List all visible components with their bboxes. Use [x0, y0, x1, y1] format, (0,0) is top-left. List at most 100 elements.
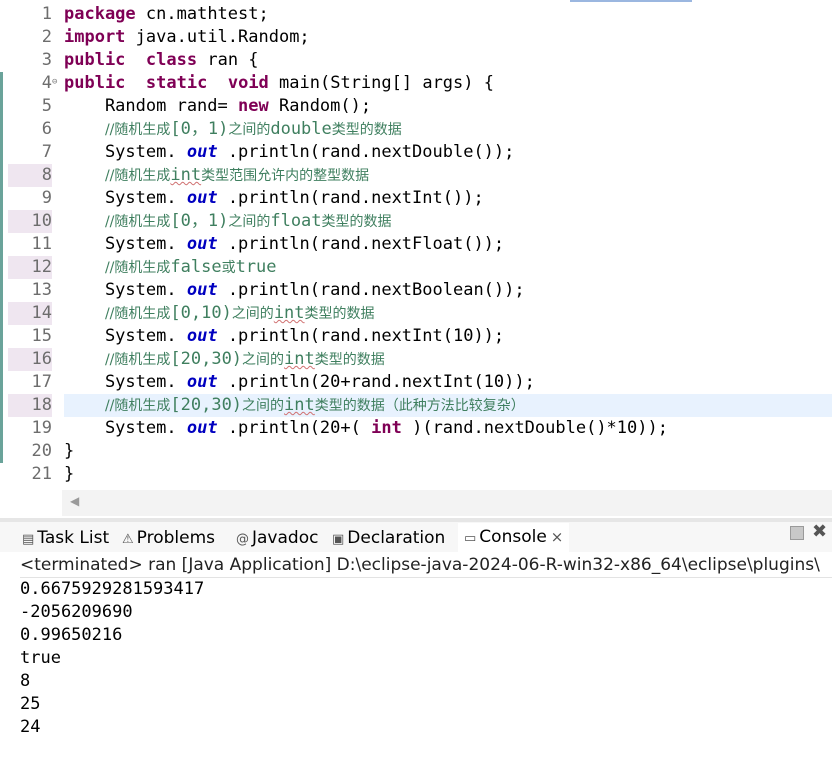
editor-top-marker [570, 0, 692, 2]
comment-text: 类型的数据（此种方法比较复杂） [314, 398, 525, 414]
code-line[interactable]: //随机生成int类型范围允许内的整型数据 [64, 164, 832, 187]
code-line[interactable]: public class ran { [64, 49, 832, 72]
comment-text: int [170, 165, 202, 185]
console-output-line: 25 [20, 694, 41, 714]
change-marker [0, 95, 3, 118]
code-line[interactable]: System. out .println(20+( int )(rand.nex… [64, 417, 832, 440]
console-output[interactable]: 0.6675929281593417 -2056209690 0.99650216 t… [20, 578, 832, 739]
static-field-token: out [186, 142, 218, 162]
gutter-row: 20 [0, 440, 60, 463]
code-token: .println(20+rand.nextInt(10)); [227, 372, 535, 392]
keyword-token: int [371, 418, 402, 438]
console-output-line: -2056209690 [20, 602, 133, 622]
line-number: 20 [31, 441, 52, 461]
code-line[interactable]: //随机生成[0,10)之间的int类型的数据 [64, 302, 832, 325]
gutter-row: 1 [0, 3, 60, 26]
change-marker [0, 348, 3, 371]
gutter-row: 21 [0, 463, 60, 486]
problems-icon: ⚠ [122, 532, 134, 547]
code-line[interactable]: System. out .println(rand.nextFloat()); [64, 233, 832, 256]
fold-collapse-icon[interactable]: ⊖ [52, 78, 57, 87]
comment-text: //随机生成 [104, 352, 171, 368]
code-line[interactable]: //随机生成[0，1)之间的float类型的数据 [64, 210, 832, 233]
line-number: 6 [41, 119, 52, 139]
code-token: .println(20+( [227, 418, 361, 438]
change-marker [0, 325, 3, 348]
code-line[interactable]: System. out .println(rand.nextInt(10)); [64, 325, 832, 348]
comment-token: //随机生成[0，1)之间的double类型的数据 [104, 119, 402, 139]
code-line[interactable]: package cn.mathtest; [64, 3, 832, 26]
comment-text: 之间的 [242, 352, 285, 368]
comment-text: [0,10) [170, 303, 232, 323]
code-line[interactable]: System. out .println(rand.nextDouble()); [64, 141, 832, 164]
code-line[interactable]: } [64, 440, 832, 463]
javadoc-icon: @ [236, 532, 249, 547]
comment-text: int [284, 395, 315, 415]
code-line[interactable]: System. out .println(20+rand.nextInt(10)… [64, 371, 832, 394]
line-number: 19 [31, 418, 52, 438]
code-line[interactable]: //随机生成false或true [64, 256, 832, 279]
code-line[interactable]: System. out .println(rand.nextBoolean())… [64, 279, 832, 302]
comment-text: 之间的 [231, 306, 274, 322]
code-line[interactable]: System. out .println(rand.nextInt()); [64, 187, 832, 210]
declaration-icon: ▣ [332, 532, 345, 547]
tab-label: Task List [37, 528, 110, 548]
line-number: 10 [8, 210, 52, 233]
code-line[interactable]: //随机生成[0，1)之间的double类型的数据 [64, 118, 832, 141]
code-line[interactable]: //随机生成[20,30)之间的int类型的数据 [64, 348, 832, 371]
gutter-row: 4 ⊖ [0, 72, 60, 95]
gutter-row: 15 [0, 325, 60, 348]
change-marker [0, 394, 3, 417]
comment-text: //随机生成 [104, 122, 171, 138]
console-output-line: 8 [20, 671, 31, 691]
code-token: Random(); [278, 96, 372, 116]
code-line[interactable]: } [64, 463, 832, 486]
tab-label: Declaration [347, 528, 446, 548]
code-line[interactable]: import java.util.Random; [64, 26, 832, 49]
scroll-left-icon[interactable]: ◀ [70, 494, 79, 508]
horizontal-scrollbar[interactable]: ◀ [62, 490, 832, 516]
line-number: 17 [31, 372, 52, 392]
change-marker [0, 72, 3, 95]
tab-declaration[interactable]: ▣ Declaration [332, 525, 445, 551]
tab-console[interactable]: ▭ Console × [458, 523, 570, 552]
change-marker [0, 463, 3, 486]
code-token: .println(rand.nextDouble()); [227, 142, 515, 162]
gutter-row: 5 [0, 95, 60, 118]
comment-text: 类型范围允许内的整型数据 [201, 168, 370, 184]
minimize-view-button[interactable] [790, 526, 804, 540]
comment-text: double [270, 119, 332, 139]
gutter-row: 10 [0, 210, 60, 233]
code-line[interactable]: public static void main(String[] args) { [64, 72, 832, 95]
gutter-row: 7 [0, 141, 60, 164]
close-view-icon[interactable]: ✖ [812, 521, 827, 542]
close-icon[interactable]: × [551, 528, 564, 546]
code-line[interactable]: //随机生成[20,30)之间的int类型的数据（此种方法比较复杂） [64, 394, 832, 417]
comment-text: 类型的数据 [321, 214, 392, 230]
tab-javadoc[interactable]: @ Javadoc [236, 525, 318, 551]
comment-token: //随机生成[0,10)之间的int类型的数据 [105, 303, 375, 323]
code-line[interactable]: Random rand= new Random(); [64, 95, 832, 118]
change-marker [0, 256, 3, 279]
tab-task-list[interactable]: ▤ Task List [22, 525, 109, 551]
gutter-row: 18 [0, 394, 60, 417]
static-field-token: out [186, 188, 218, 208]
line-number: 18 [8, 394, 52, 417]
code-token: .println(rand.nextInt(10)); [227, 326, 505, 346]
task-list-icon: ▤ [22, 532, 35, 547]
line-number: 3 [41, 50, 52, 70]
keyword-token: public [64, 73, 126, 93]
change-marker [0, 210, 3, 233]
tab-problems[interactable]: ⚠ Problems [122, 525, 215, 551]
comment-token: //随机生成[0，1)之间的float类型的数据 [105, 211, 392, 231]
keyword-token: class [145, 50, 198, 70]
comment-text: //随机生成 [104, 398, 171, 414]
code-token: ran { [207, 50, 259, 70]
code-editor[interactable]: 1 2 3 4 ⊖ 5 6 7 8 9 10 11 12 13 14 15 16 17 18 19 20 21 packa… [0, 0, 832, 518]
change-marker [0, 118, 3, 141]
comment-text: 之间的 [228, 122, 271, 138]
change-marker [0, 3, 3, 26]
comment-text: float [270, 211, 322, 231]
change-marker [0, 187, 3, 210]
console-output-line: 24 [20, 717, 41, 737]
